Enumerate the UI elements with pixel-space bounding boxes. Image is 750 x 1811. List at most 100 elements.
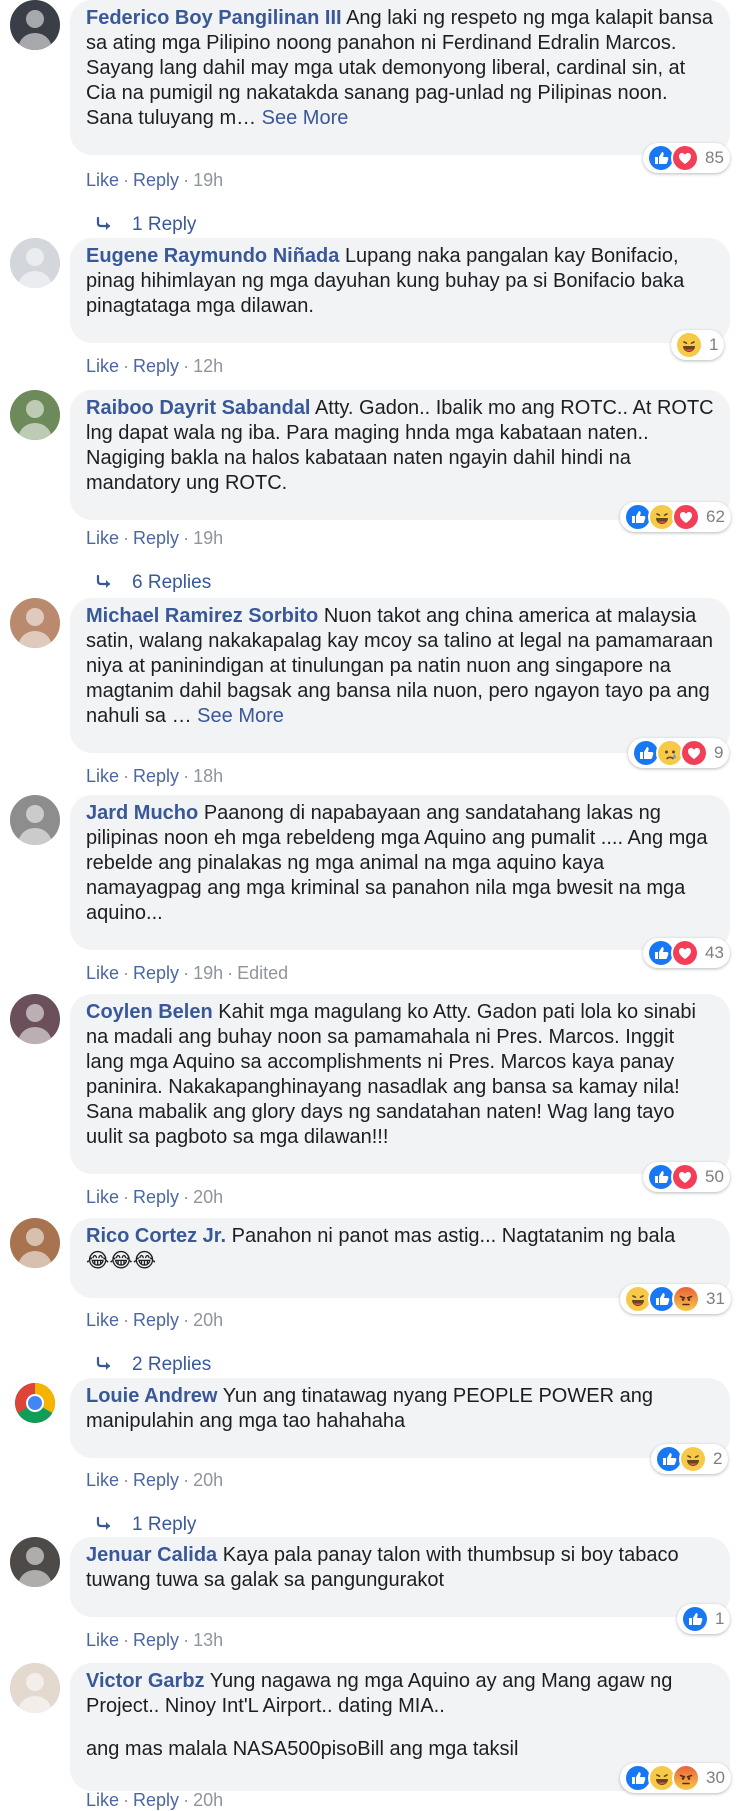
- comment-timestamp[interactable]: 20h: [193, 1790, 223, 1810]
- like-link[interactable]: Like: [86, 963, 119, 983]
- like-link[interactable]: Like: [86, 1187, 119, 1207]
- avatar[interactable]: [10, 795, 60, 845]
- comment-author[interactable]: Louie Andrew: [86, 1385, 217, 1407]
- comment-emojis: 😂😂😂: [86, 1250, 157, 1272]
- comment-timestamp[interactable]: 18h: [193, 766, 223, 786]
- reply-link[interactable]: Reply: [133, 1470, 179, 1490]
- comment-author[interactable]: Jenuar Calida: [86, 1544, 217, 1566]
- separator-dot: ·: [183, 766, 190, 786]
- separator-dot: ·: [183, 1470, 190, 1490]
- reactions-summary[interactable]: 1: [671, 330, 725, 360]
- comment-bubble: Raiboo Dayrit Sabandal Atty. Gadon.. Iba…: [70, 390, 730, 520]
- comment-timestamp[interactable]: 20h: [193, 1310, 223, 1330]
- comment-timestamp[interactable]: 19h: [193, 528, 223, 548]
- reaction-count: 1: [709, 335, 719, 354]
- comment-actions: Like · Reply · 18h: [86, 766, 223, 786]
- reply-link[interactable]: Reply: [133, 1310, 179, 1330]
- reaction-count: 9: [714, 743, 724, 762]
- replies-count-label[interactable]: 2 Replies: [132, 1354, 211, 1376]
- avatar[interactable]: [10, 0, 60, 50]
- separator-dot: ·: [183, 963, 190, 983]
- comment-actions: Like · Reply · 20h: [86, 1310, 223, 1330]
- reply-link[interactable]: Reply: [133, 528, 179, 548]
- edited-label[interactable]: Edited: [237, 963, 288, 983]
- comment-bubble: Federico Boy Pangilinan III Ang laki ng …: [70, 0, 730, 155]
- avatar[interactable]: [10, 390, 60, 440]
- reply-link[interactable]: Reply: [133, 766, 179, 786]
- reply-link[interactable]: Reply: [133, 356, 179, 376]
- separator-dot: ·: [123, 528, 130, 548]
- reactions-summary[interactable]: 85: [643, 143, 730, 173]
- comment-author[interactable]: Federico Boy Pangilinan III: [86, 7, 342, 29]
- chrome-icon[interactable]: [10, 1378, 60, 1428]
- comment-bubble: Louie Andrew Yun ang tinatawag nyang PEO…: [70, 1378, 730, 1458]
- view-replies-link[interactable]: 1 Reply: [96, 1514, 196, 1536]
- comment-timestamp[interactable]: 13h: [193, 1630, 223, 1650]
- reaction-count: 85: [705, 148, 724, 167]
- reactions-summary[interactable]: 62: [620, 502, 731, 532]
- reactions-summary[interactable]: 50: [643, 1162, 730, 1192]
- comment-author[interactable]: Eugene Raymundo Niñada: [86, 245, 339, 267]
- reactions-summary[interactable]: 9: [628, 738, 730, 768]
- avatar[interactable]: [10, 1663, 60, 1713]
- comment-timestamp[interactable]: 12h: [193, 356, 223, 376]
- view-replies-link[interactable]: 6 Replies: [96, 572, 211, 594]
- separator-dot: ·: [123, 1790, 130, 1810]
- comment-author[interactable]: Coylen Belen: [86, 1001, 213, 1023]
- reaction-count: 31: [706, 1289, 725, 1308]
- reply-link[interactable]: Reply: [133, 1630, 179, 1650]
- reactions-summary[interactable]: 30: [620, 1763, 731, 1793]
- like-link[interactable]: Like: [86, 1630, 119, 1650]
- comment-author[interactable]: Jard Mucho: [86, 802, 198, 824]
- comment-author[interactable]: Rico Cortez Jr.: [86, 1225, 226, 1247]
- reactions-summary[interactable]: 31: [620, 1284, 731, 1314]
- view-replies-link[interactable]: 1 Reply: [96, 214, 196, 236]
- avatar[interactable]: [10, 1218, 60, 1268]
- comment-text-second-paragraph: ang mas malala NASA500pisoBill ang mga t…: [86, 1738, 519, 1760]
- reaction-count: 43: [705, 943, 724, 962]
- comment-timestamp[interactable]: 19h: [193, 170, 223, 190]
- see-more-link[interactable]: See More: [262, 107, 349, 129]
- replies-count-label[interactable]: 1 Reply: [132, 214, 196, 236]
- avatar[interactable]: [10, 1537, 60, 1587]
- separator-dot: ·: [183, 170, 190, 190]
- view-replies-link[interactable]: 2 Replies: [96, 1354, 211, 1376]
- reaction-count: 62: [706, 507, 725, 526]
- comment-timestamp[interactable]: 20h: [193, 1187, 223, 1207]
- comment-author[interactable]: Raiboo Dayrit Sabandal: [86, 397, 311, 419]
- like-link[interactable]: Like: [86, 1790, 119, 1810]
- reply-link[interactable]: Reply: [133, 963, 179, 983]
- like-link[interactable]: Like: [86, 1310, 119, 1330]
- comment-bubble: Jenuar Calida Kaya pala panay talon with…: [70, 1537, 730, 1617]
- like-link[interactable]: Like: [86, 528, 119, 548]
- comment-actions: Like · Reply · 19h: [86, 170, 223, 190]
- comment-author[interactable]: Victor Garbz: [86, 1670, 205, 1692]
- replies-count-label[interactable]: 1 Reply: [132, 1514, 196, 1536]
- like-link[interactable]: Like: [86, 170, 119, 190]
- like-link[interactable]: Like: [86, 1470, 119, 1490]
- avatar[interactable]: [10, 598, 60, 648]
- reactions-summary[interactable]: 1: [677, 1604, 731, 1634]
- separator-dot: ·: [183, 1310, 190, 1330]
- separator-dot: ·: [123, 963, 130, 983]
- reply-arrow-icon: [96, 214, 132, 236]
- reply-link[interactable]: Reply: [133, 1187, 179, 1207]
- replies-count-label[interactable]: 6 Replies: [132, 572, 211, 594]
- comment-timestamp[interactable]: 19h: [193, 963, 223, 983]
- comment-actions: Like · Reply · 13h: [86, 1630, 223, 1650]
- see-more-link[interactable]: See More: [197, 705, 284, 727]
- reactions-summary[interactable]: 2: [651, 1444, 729, 1474]
- comment-bubble: Coylen Belen Kahit mga magulang ko Atty.…: [70, 994, 730, 1174]
- reaction-count: 50: [705, 1167, 724, 1186]
- avatar[interactable]: [10, 238, 60, 288]
- avatar[interactable]: [10, 994, 60, 1044]
- separator-dot: ·: [123, 766, 130, 786]
- reply-link[interactable]: Reply: [133, 170, 179, 190]
- separator-dot: ·: [183, 528, 190, 548]
- like-link[interactable]: Like: [86, 766, 119, 786]
- comment-timestamp[interactable]: 20h: [193, 1470, 223, 1490]
- reply-link[interactable]: Reply: [133, 1790, 179, 1810]
- comment-author[interactable]: Michael Ramirez Sorbito: [86, 605, 318, 627]
- reactions-summary[interactable]: 43: [643, 938, 730, 968]
- like-link[interactable]: Like: [86, 356, 119, 376]
